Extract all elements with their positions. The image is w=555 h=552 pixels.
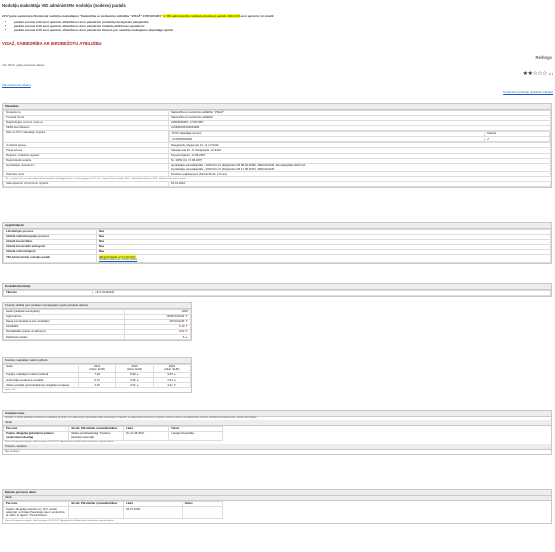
cell-label: Valsts sociālās apdrošināšanas obligātās…	[3, 382, 79, 389]
intro-tail: euro apmērā, tai skaitā:	[239, 14, 275, 18]
person-cell[interactable]: Pojāns Jānģelija (pārstāvis) (sakaru uzņ…	[3, 431, 69, 441]
pvn-row: Dati no PVN maksātāju reģistra PVN maksā…	[3, 130, 551, 144]
cell-value: Frizētavu pakalpojumi (NACE 96.02, 2.0 r…	[168, 171, 551, 178]
tax-table: Gads 2014 (tūkst. EUR) 2015 (tūkst. EUR)…	[3, 363, 192, 389]
cell-value: Latvijas Republika	[168, 431, 223, 441]
intro-bullets: parāda summa 0.00 euro apmērā, attiecībā…	[14, 20, 552, 33]
up-arrow-icon: ▲	[136, 372, 139, 377]
cell-value: 0.39	[129, 377, 136, 382]
table-row: Stati atjaunoti Uzņēmumu reģistrā 18.01.2…	[3, 181, 551, 188]
up-arrow-icon: ▲	[184, 334, 188, 339]
down-arrow-icon: ▼	[184, 329, 188, 334]
table-row: VID Administrētie nodokļu parādi 49113.0…	[3, 254, 551, 264]
cell-value: No 21.08.2007	[122, 431, 170, 441]
kontakti-table: Tālrunis +371 20442441	[3, 289, 551, 296]
table-row: Iepriekšējie nosaukumi Iepriekšējie pamat…	[3, 162, 551, 173]
rating-value: 2.1	[548, 72, 553, 76]
pamatdati-table: Nosaukums Sabiedrība ar ierobežotu atbild…	[3, 109, 551, 178]
cell-label: VID Administrētie nodokļu parādi	[3, 254, 97, 264]
section-finanses: Finanšu rādītāji (pēc pēdējiem iesniegta…	[2, 302, 192, 342]
rating-label: Reitings	[535, 55, 552, 60]
source-note: Avots: VID	[5, 388, 16, 391]
apgrutinajumi-table: Likvidācijas process Nav Aktuāli maksātne…	[3, 228, 551, 264]
publish-rating-link[interactable]: Uzņēmumi (reitingi) (publicēt reitingu)	[503, 90, 553, 95]
cell-label: Darbinieku skaits	[3, 334, 125, 341]
board-table: Persona Jurskt. Pārstāvība / pamatdarbīb…	[3, 425, 223, 441]
pvn-cell: PVN maksātāja numurs Statuss LV4150304348…	[168, 130, 551, 144]
section-kontakti: Kontaktinformācija Tālrunis +371 20442441	[2, 283, 552, 297]
page-title: Nodokļu maksātāja VID administrēto nodok…	[2, 3, 126, 8]
check-icon: ✔	[484, 136, 550, 143]
table-row: Tālrunis +371 20442441	[3, 289, 551, 296]
cell-value: 3.62	[129, 382, 136, 387]
intro: 2017.gada septembra 06.datumā nodokļu ma…	[2, 14, 552, 33]
intro-text: 2017.gada septembra 06.datumā nodokļu ma…	[2, 14, 164, 18]
cell-value: Iepriekšējie pamatkapitāls - 2000.00 LVL…	[168, 162, 551, 173]
empty-state: Nav ierakstu	[5, 450, 20, 454]
section-amatpersonas: Amatpersonas Aktuālo un bijušo atbildīgo…	[2, 410, 552, 455]
refresh-debt-link[interactable]: Aktualizēt datus par nodokļu parādu	[99, 258, 548, 262]
intro-highlight: ir VID administrēto nodokļu (nodevu) par…	[163, 14, 240, 18]
cell-value: 3.21	[167, 382, 173, 387]
cell-value	[181, 506, 224, 519]
cell-value: 18.01.2016	[168, 181, 551, 188]
down-arrow-icon: ▼	[184, 314, 188, 319]
up-arrow-icon: ▲	[173, 377, 177, 382]
table-row: Darbības veidi Frizētavu pakalpojumi (NAC…	[3, 171, 551, 178]
company-title: VISAŽ, SABIEDRĪBA AR IEROBEŽOTU ATBILDĪB…	[2, 41, 102, 46]
column-header: 2016 (tūkst. EUR)	[152, 363, 192, 374]
up-arrow-icon: ▲	[173, 372, 177, 377]
cell-value: 125.00 EUR	[169, 319, 185, 324]
cell-label: Tālrunis	[3, 289, 93, 296]
cell-value: 2016	[181, 308, 188, 313]
intro-bullet: parāda summa 0.00 euro apmērā, attiecībā…	[14, 28, 552, 33]
section-bijusas: Bijušās personas dalas Valde Persona Jur…	[2, 489, 552, 524]
section-nodokli: Nodokļu maksātāju valsts budžetā Gads 20…	[2, 357, 192, 394]
pvn-table: PVN maksātāja numurs Statuss LV4150304348…	[169, 131, 550, 143]
rating-stars-icon: ★★☆☆☆	[522, 71, 548, 77]
up-arrow-icon: ▲	[136, 382, 139, 387]
cell-label: Darbības veidi	[3, 171, 169, 178]
table-row: Pojāns Jānģelija (pārstāvis) (sakaru uzņ…	[3, 431, 223, 441]
page: { "header": {"title": "Nodokļu maksātāja…	[0, 0, 555, 552]
column-header: Gads	[3, 363, 79, 374]
cell-value: 03.07.2009	[123, 506, 183, 519]
all-companies-link[interactable]: Vēl uzņēmumi (visas)	[2, 83, 31, 88]
cell-value	[68, 506, 124, 519]
phone-value: +371 20442441	[92, 289, 551, 296]
finance-table: Gads (pēdējais iesniegtais) 2016 Apgrozīju…	[3, 308, 192, 341]
updated-note: Info 2016. gada pārskata datiem	[2, 63, 46, 67]
vid-debt-cell: 49113.03 EUR uz 07.09.2017 Aktualizēt da…	[96, 254, 551, 264]
person-cell[interactable]: Pojāns Jānģelija (saistīts uz), (ir/ir. …	[3, 506, 69, 519]
cell-label: Iepriekšējie nosaukumi	[3, 162, 169, 173]
former-board-table: Persona Jurskt. Pārstāvība / pamatdarbīb…	[3, 501, 224, 519]
footnote: Dati no Uzņēmumu reģistra, skatīt mainīg…	[5, 519, 114, 522]
cell-value: 2.20	[77, 382, 117, 389]
down-arrow-icon: ▼	[184, 319, 188, 324]
history-line: Iepriekšējie pamatkapitāls - 2000.00 LVL…	[171, 166, 275, 171]
table-row: Valsts sociālās apdrošināšanas obligātās…	[3, 382, 192, 389]
table-row: Darbinieku skaits 5 ▲	[3, 334, 192, 341]
section-apgrutinajumi: Apgrūtinājumi Likvidācijas process Nav Ak…	[2, 222, 552, 265]
status-table: Stati atjaunoti Uzņēmumu reģistrā 18.01.2…	[3, 181, 551, 188]
table-row: Pojāns Jānģelija (saistīts uz), (ir/ir. …	[3, 506, 224, 519]
table-header-row: Gads 2014 (tūkst. EUR) 2015 (tūkst. EUR)…	[3, 363, 192, 374]
up-arrow-icon: ▲	[136, 377, 139, 382]
pvn-number: LV41503043481	[169, 136, 485, 143]
section-pamatdati: Pamatdati Nosaukums Sabiedrība ar ierobež…	[2, 103, 552, 189]
cell-value: 9.00	[167, 372, 173, 377]
cell-value: Valdes priekšsēdētāja. Tiesības pārstāvē…	[68, 431, 124, 441]
cell-value: 2.24	[167, 377, 173, 382]
cell-label: Stati atjaunoti Uzņēmumu reģistrā	[3, 181, 169, 188]
down-arrow-icon: ▼	[184, 324, 188, 329]
column-header: 2015 (tūkst. EUR)	[115, 363, 154, 374]
cell-value: 8.98	[129, 372, 136, 377]
cell-label: Dati no PVN maksātāju reģistra	[3, 130, 169, 144]
cell-value: 74550.00 EUR	[166, 314, 185, 319]
column-header: 2014 (tūkst. EUR)	[77, 363, 117, 374]
down-arrow-icon: ▼	[173, 382, 177, 387]
cell-value-wrap: 5 ▲	[123, 334, 192, 341]
